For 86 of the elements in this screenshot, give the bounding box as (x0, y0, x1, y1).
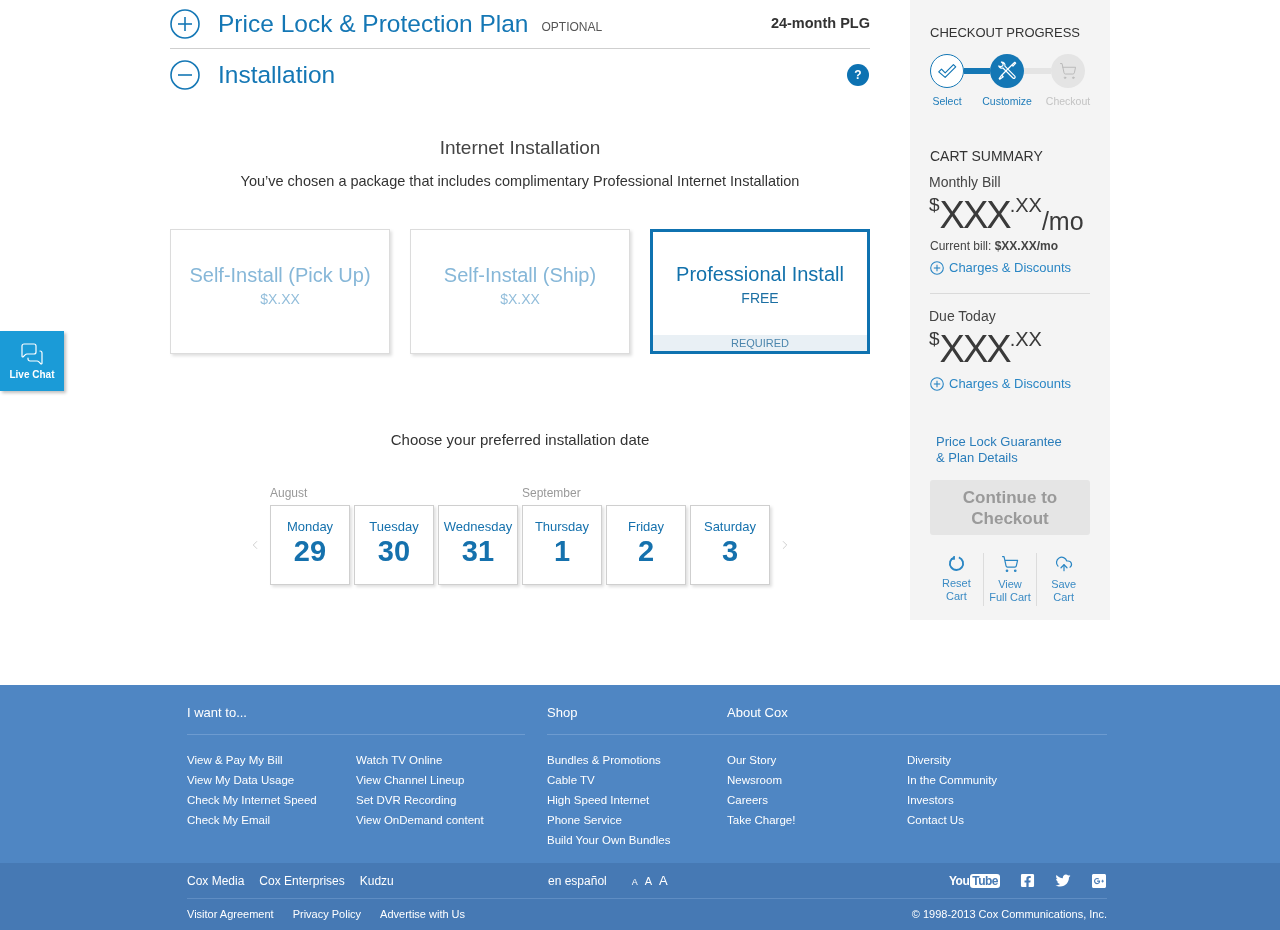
option-price: $X.XX (500, 289, 540, 308)
twitter-bird-icon[interactable] (1055, 873, 1071, 888)
install-option-card[interactable]: Self-Install (Pick Up) $X.XX (170, 229, 390, 354)
refresh-icon (947, 555, 965, 572)
section-title[interactable]: Price Lock & Protection Plan (218, 5, 529, 43)
install-option-card[interactable]: Professional Install FREE REQUIRED (650, 229, 870, 354)
progress-title: CHECKOUT PROGRESS (930, 24, 1080, 42)
minus-circle-icon[interactable] (170, 60, 200, 90)
footer-link[interactable]: Diversity (907, 750, 952, 770)
date-tile[interactable]: Friday 2 (606, 505, 686, 585)
footer-link[interactable]: High Speed Internet (547, 790, 650, 810)
step-label: Select (932, 94, 962, 108)
footer-heading: About Cox (727, 705, 788, 720)
date-tile[interactable]: Monday 29 (270, 505, 350, 585)
footer-link[interactable]: Careers (727, 790, 768, 810)
cart-action-button[interactable]: Save Cart (1036, 553, 1090, 606)
installation-title: Internet Installation (438, 136, 602, 160)
language-link[interactable]: en español (548, 871, 607, 890)
company-link[interactable]: Cox Media (187, 871, 245, 890)
text-size-button[interactable]: A (659, 874, 668, 887)
footer-link[interactable]: Cable TV (547, 770, 595, 790)
install-option-card[interactable]: Self-Install (Ship) $X.XX (410, 229, 630, 354)
footer-link[interactable]: View OnDemand content (356, 810, 484, 830)
date-tile[interactable]: Wednesday 31 (438, 505, 518, 585)
footer-link[interactable]: Contact Us (907, 810, 964, 830)
footer-heading: I want to... (187, 705, 247, 720)
legal-link[interactable]: Advertise with Us (380, 906, 466, 923)
option-price: FREE (741, 288, 779, 307)
legal-link[interactable]: Privacy Policy (292, 906, 362, 923)
plus-circle-icon (930, 261, 944, 275)
progress-connector (1024, 68, 1051, 74)
footer-link[interactable]: View My Data Usage (187, 770, 295, 790)
live-chat-button[interactable]: Live Chat (0, 331, 64, 391)
footer-link[interactable]: Check My Internet Speed (187, 790, 317, 810)
date-tile[interactable]: Thursday 1 (522, 505, 602, 585)
installation-subtitle: You’ve chosen a package that includes complimentary Professional Internet Installation (239, 172, 801, 191)
footer-link[interactable]: In the Community (907, 770, 998, 790)
required-note: REQUIRED (653, 335, 867, 351)
footer-link[interactable]: Watch TV Online (356, 750, 443, 770)
legal-link[interactable]: Visitor Agreement (187, 906, 274, 923)
text-size-button[interactable]: A (644, 876, 653, 887)
cart-summary-title: CART SUMMARY (930, 147, 1043, 166)
date-prompt: Choose your preferred installation date (389, 430, 651, 450)
cart-action-button[interactable]: Reset Cart (930, 553, 983, 606)
date-tile[interactable]: Saturday 3 (690, 505, 770, 585)
due-today-label: Due Today (929, 307, 996, 326)
footer-link[interactable]: Bundles & Promotions (547, 750, 661, 770)
cart-action-button[interactable]: View Full Cart (982, 553, 1037, 606)
charges-link[interactable]: Charges & Discounts (930, 375, 1072, 393)
footer-link[interactable]: Check My Email (187, 810, 271, 830)
google-plus-icon[interactable] (1091, 872, 1107, 889)
company-link[interactable]: Cox Enterprises (259, 871, 345, 890)
text-size-button[interactable]: A (631, 878, 638, 887)
charges-link[interactable]: Charges & Discounts (930, 259, 1072, 277)
plan-value: 24-month PLG (770, 14, 870, 34)
footer-link[interactable]: Take Charge! (727, 810, 796, 830)
footer-link[interactable]: Build Your Own Bundles (547, 830, 671, 850)
company-link[interactable]: Kudzu (359, 871, 394, 890)
footer-link[interactable]: Set DVR Recording (356, 790, 457, 810)
monthly-bill-label: Monthly Bill (929, 173, 1001, 192)
cart-icon (1000, 555, 1020, 573)
footer-link[interactable]: Our Story (727, 750, 777, 770)
option-title: Professional Install (676, 261, 844, 287)
progress-connector (964, 68, 990, 74)
month-label: August (270, 485, 308, 501)
footer-link[interactable]: View Channel Lineup (356, 770, 465, 790)
footer-link[interactable]: View & Pay My Bill (187, 750, 283, 770)
copyright-text: © 1998-2013 Cox Communications, Inc. (911, 907, 1107, 923)
option-price: $X.XX (260, 289, 300, 308)
step-label: Customize (982, 94, 1032, 108)
option-title: Self-Install (Pick Up) (189, 262, 371, 288)
optional-tag: OPTIONAL (541, 18, 603, 36)
help-button[interactable]: ? (847, 64, 869, 86)
facebook-icon[interactable] (1020, 873, 1035, 888)
plus-circle-icon[interactable] (170, 9, 200, 39)
section-title[interactable]: Installation (218, 56, 336, 94)
month-label: September (522, 485, 581, 501)
date-tile[interactable]: Tuesday 30 (354, 505, 434, 585)
footer-link[interactable]: Investors (907, 790, 954, 810)
footer-heading: Shop (547, 705, 578, 720)
footer-link[interactable]: Phone Service (547, 810, 622, 830)
current-bill-text: Current bill: $XX.XX/mo (930, 238, 1059, 254)
plan-details-link[interactable]: Price Lock Guarantee & Plan Details (936, 434, 1064, 466)
footer-link[interactable]: Newsroom (727, 770, 782, 790)
plus-circle-icon (930, 377, 944, 391)
option-title: Self-Install (Ship) (443, 262, 597, 288)
